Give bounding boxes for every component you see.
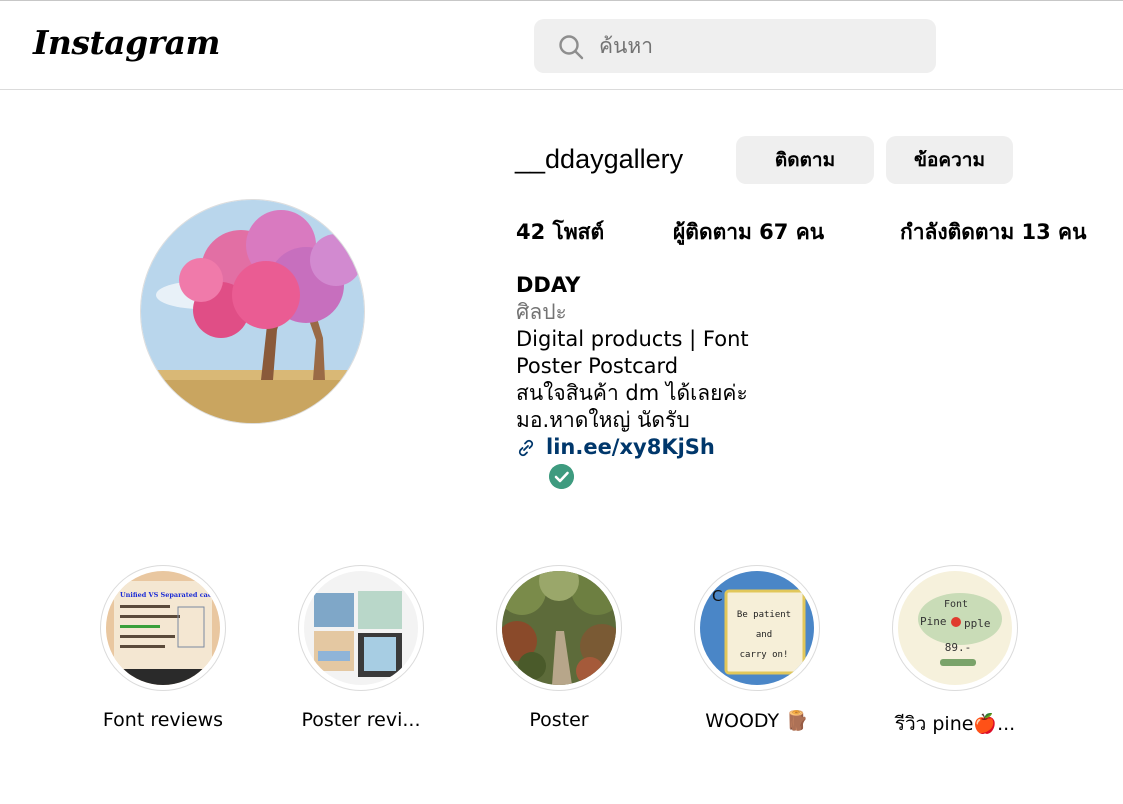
profile-bio: DDAY ศิลปะ Digital products | Font Poste…: [516, 272, 936, 461]
bio-line: สนใจสินค้า dm ได้เลยค่ะ: [516, 381, 748, 405]
verified-check-icon: [549, 464, 574, 489]
follow-button[interactable]: ติดตาม: [736, 136, 874, 184]
bio-line: Poster Postcard: [516, 354, 679, 378]
message-button[interactable]: ข้อความ: [886, 136, 1013, 184]
highlight-cover: C Be patient and carry on!: [700, 571, 814, 685]
poster-collage: [304, 571, 418, 685]
highlight-font-reviews[interactable]: Unified VS Separated cache Font reviews: [100, 565, 226, 731]
highlight-cover: Unified VS Separated cache: [106, 571, 220, 685]
slide-title: Unified VS Separated cache: [120, 591, 220, 599]
highlight-ring: Font Pine pple 89.-: [892, 565, 1018, 691]
following-count[interactable]: กำลังติดตาม 13 คน: [900, 216, 1086, 249]
highlight-ring: [298, 565, 424, 691]
followers-count[interactable]: ผู้ติดตาม 67 คน: [673, 216, 824, 249]
sticky-note: C Be patient and carry on!: [700, 571, 814, 685]
garden-photo: [502, 571, 616, 685]
highlight-cover: [502, 571, 616, 685]
highlight-cover: Font Pine pple 89.-: [898, 571, 1012, 685]
bio-link-text[interactable]: lin.ee/xy8KjSh: [546, 434, 715, 461]
bio-name: DDAY: [516, 273, 581, 297]
highlight-ring: [496, 565, 622, 691]
tree-illustration: [141, 200, 364, 423]
bio-line: มอ.หาดใหญ่ นัดรับ: [516, 408, 690, 432]
highlight-label: WOODY 🪵: [705, 710, 809, 732]
search-icon: [559, 35, 584, 60]
highlight-woody[interactable]: C Be patient and carry on! WOODY 🪵: [694, 565, 820, 732]
search-input[interactable]: [599, 29, 919, 63]
instagram-logo[interactable]: Instagram: [33, 23, 220, 62]
profile-username: __ddaygallery: [515, 144, 684, 174]
bio-link[interactable]: lin.ee/xy8KjSh: [516, 434, 936, 461]
highlight-cover: [304, 571, 418, 685]
profile-avatar[interactable]: [140, 199, 365, 424]
highlight-label: Font reviews: [102, 709, 224, 731]
woody-line: Be patient: [737, 610, 791, 620]
highlight-poster[interactable]: Poster: [496, 565, 622, 731]
highlight-ring: Unified VS Separated cache: [100, 565, 226, 691]
link-icon: [518, 439, 534, 456]
pine-line: Pine: [920, 615, 947, 628]
woody-corner: C: [712, 587, 722, 605]
highlight-label: Poster: [529, 709, 589, 731]
search-box[interactable]: [534, 19, 936, 73]
bio-line: Digital products | Font: [516, 327, 749, 351]
pine-line: Font: [944, 599, 968, 610]
slide-thumbnail: Unified VS Separated cache: [106, 571, 220, 685]
woody-line: and: [756, 630, 772, 640]
woody-line: carry on!: [740, 650, 789, 660]
highlight-label: Poster revi...: [301, 709, 421, 731]
pine-price: 89.-: [945, 641, 972, 654]
font-poster: Font Pine pple 89.-: [898, 571, 1012, 685]
top-bar: Instagram: [0, 1, 1123, 90]
highlight-label: รีวิว pine🍎...: [894, 713, 1016, 735]
posts-count: 42 โพสต์: [516, 220, 605, 244]
highlight-poster-reviews[interactable]: Poster revi...: [298, 565, 424, 731]
pine-line: pple: [964, 617, 991, 630]
bio-category: ศิลปะ: [516, 300, 567, 324]
highlight-pine-review[interactable]: Font Pine pple 89.- รีวิว pine🍎...: [892, 565, 1018, 735]
highlight-ring: C Be patient and carry on!: [694, 565, 820, 691]
